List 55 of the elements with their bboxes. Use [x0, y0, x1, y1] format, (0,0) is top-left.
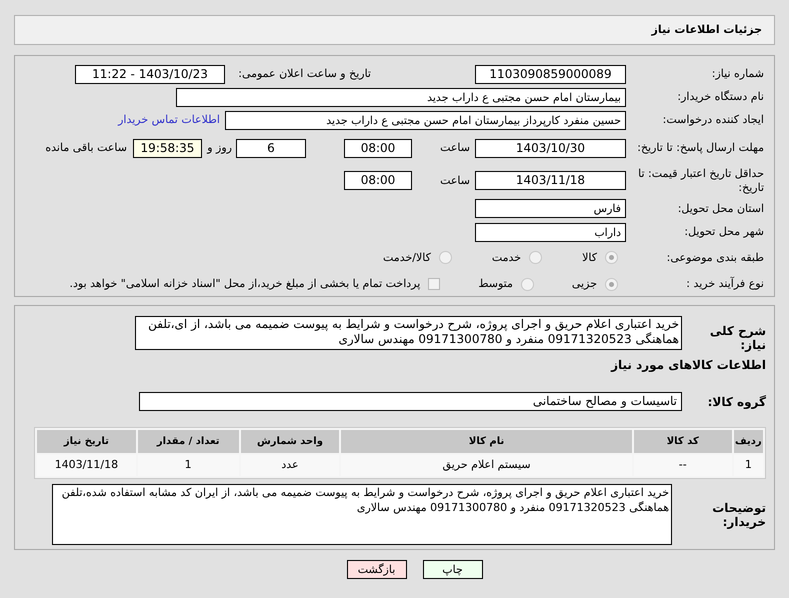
column-header: تعداد / مقدار	[138, 430, 239, 453]
requester-field[interactable]: حسین منفرد کارپرداز بیمارستان امام حسن مجتبی ع داراب جدید	[225, 110, 626, 130]
field-label: حداقل تاریخ اعتبار قیمت: تا تاریخ:	[637, 166, 764, 195]
radio-label: متوسط	[478, 277, 513, 292]
deadline-date-field[interactable]: 1403/10/30	[475, 138, 626, 158]
back-button[interactable]: بازگشت	[346, 560, 406, 579]
deadline-time-field[interactable]: 08:00	[344, 138, 412, 158]
days-field[interactable]: 6	[236, 138, 306, 158]
validity-date-field[interactable]: 1403/11/18	[475, 171, 626, 190]
validity-time-field[interactable]: 08:00	[344, 171, 412, 190]
field-label: نوع فرآیند خرید :	[685, 277, 764, 292]
radio-button[interactable]	[605, 278, 618, 291]
need-number-field[interactable]: 1103090859000089	[475, 64, 626, 84]
field-label: استان محل تحویل:	[676, 202, 764, 216]
radio-label: جزیی	[572, 277, 597, 292]
radio-label: کالا	[582, 250, 597, 265]
radio-button[interactable]	[529, 251, 542, 264]
field-label: شرح کلی نیاز:	[708, 324, 766, 352]
remaining-label: ساعت باقی مانده	[45, 141, 127, 156]
buyer-contact-link[interactable]: اطلاعات تماس خریدار	[118, 112, 220, 128]
radio-label: کالا/خدمت	[383, 250, 431, 265]
buyer-notes-field[interactable]: خرید اعتباری اعلام حریق و اجرای پروژه، شرح درخواست و شرایط به پیوست ضمیمه می باشد، از ایران کد مشابه استفاده شده،تلفن هماهنگی 09171320523 منفرد و 09171300780 مهندس سالاری	[52, 484, 672, 545]
remaining-time-field: 19:58:35	[133, 138, 202, 158]
field-label: ایجاد کننده درخواست:	[662, 113, 764, 127]
field-label: توضیحات خریدار:	[711, 500, 766, 528]
buyer-org-field[interactable]: بیمارستان امام حسن مجتبی ع داراب جدید	[176, 88, 626, 107]
radio-button[interactable]	[438, 251, 452, 264]
time-label: ساعت	[439, 174, 470, 188]
goods-group-field[interactable]: تاسیسات و مصالح ساختمانی	[139, 392, 682, 411]
province-field[interactable]: فارس	[475, 199, 626, 218]
field-label: مهلت ارسال پاسخ: تا تاریخ:	[636, 141, 764, 156]
field-label: طبقه بندی موضوعی:	[666, 250, 764, 265]
print-button[interactable]: چاپ	[422, 560, 482, 579]
field-label: تاریخ و ساعت اعلان عمومی:	[237, 67, 371, 82]
announce-date-field[interactable]: 1403/10/23 - 11:22	[75, 64, 225, 84]
checkbox[interactable]	[428, 278, 440, 290]
column-header: نام کالا	[341, 430, 632, 453]
time-label: ساعت	[439, 141, 470, 156]
column-header: کد کالا	[634, 430, 732, 453]
days-label: روز و	[206, 141, 232, 156]
field-label: شماره نیاز:	[710, 67, 764, 82]
field-label: نام دستگاه خریدار:	[676, 90, 764, 104]
radio-button[interactable]	[520, 278, 534, 291]
column-header: واحد شمارش	[240, 430, 340, 453]
radio-label: خدمت	[492, 250, 522, 265]
city-field[interactable]: داراب	[475, 222, 626, 242]
payment-note: پرداخت تمام یا بخشی از مبلغ خرید،از محل "اسناد خزانه اسلامی" خواهد بود.	[70, 277, 420, 292]
column-header: ردیف	[734, 430, 763, 453]
radio-button[interactable]	[605, 251, 618, 264]
description-field[interactable]: خرید اعتباری اعلام حریق و اجرای پروژه، شرح درخواست و شرایط به پیوست ضمیمه می باشد، از ای،تلفن هماهنگی 09171320523 منفرد و 09171300780 مهندس سالاری	[135, 316, 682, 350]
column-header: تاریخ نیاز	[36, 430, 136, 453]
field-label: گروه کالا:	[706, 394, 766, 408]
field-label: شهر محل تحویل:	[683, 225, 764, 240]
page-title: جزئیات اطلاعات نیاز	[652, 23, 762, 37]
section-title: اطلاعات کالاهای مورد نیاز	[610, 358, 766, 372]
